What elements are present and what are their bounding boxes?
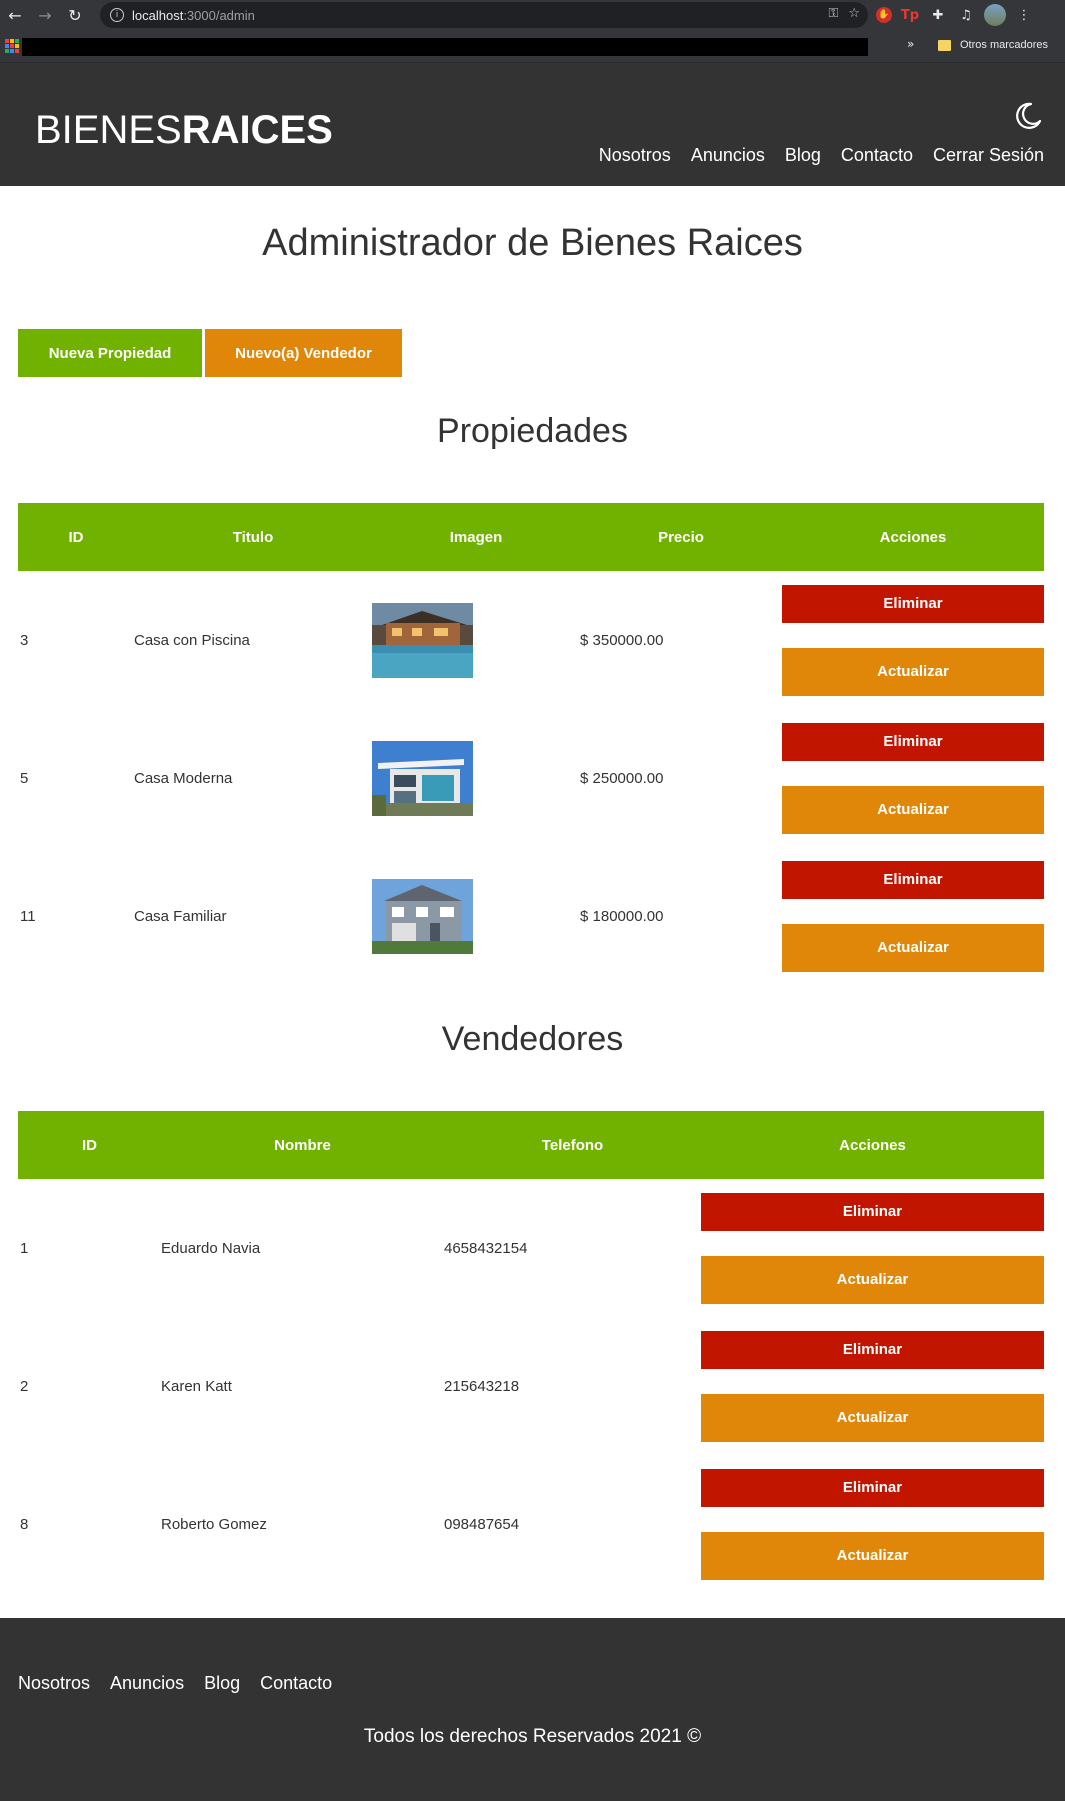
update-button[interactable]: Actualizar	[701, 1255, 1044, 1304]
col-id: ID	[82, 1136, 97, 1154]
footer-nav-nosotros[interactable]: Nosotros	[18, 1673, 90, 1694]
modern-house-image	[372, 740, 473, 816]
bookmarks-bar: » Otros marcadores	[0, 30, 1065, 63]
col-precio: Precio	[658, 528, 704, 546]
site-header: BIENESRAICES Nosotros Anuncios Blog Cont…	[0, 63, 1065, 186]
table-row: 8 Roberto Gomez 098487654 Eliminar Actua…	[18, 1455, 1044, 1593]
tp-extension-icon[interactable]: Tp	[900, 5, 920, 25]
redacted-bookmarks	[22, 38, 868, 56]
nav-nosotros[interactable]: Nosotros	[599, 145, 671, 166]
copyright: Todos los derechos Reservados 2021 ©	[363, 1726, 702, 1747]
folder-icon	[938, 40, 951, 51]
table-row: 1 Eduardo Navia 4658432154 Eliminar Actu…	[18, 1179, 1044, 1317]
delete-button[interactable]: Eliminar	[701, 1192, 1044, 1231]
seller-id: 8	[20, 1515, 29, 1533]
property-title: Casa Familiar	[134, 907, 227, 925]
table-row: 5 Casa Moderna $ 250000.00 Eliminar Actu…	[18, 709, 1044, 847]
col-telefono: Telefono	[541, 1136, 604, 1154]
table-row: 3 Casa con Piscina $ 350000.00 Eliminar …	[18, 571, 1044, 709]
property-price: $ 250000.00	[580, 769, 664, 787]
address-bar[interactable]: i localhost:3000/admin ⚿ ☆	[100, 2, 868, 28]
property-image-cell	[372, 571, 580, 709]
footer-nav-blog[interactable]: Blog	[204, 1673, 240, 1694]
profile-avatar[interactable]	[984, 4, 1006, 26]
browser-menu-icon[interactable]: ⋮	[1014, 5, 1034, 25]
footer-nav: Nosotros Anuncios Blog Contacto	[18, 1673, 332, 1694]
properties-header-row: ID Titulo Imagen Precio Acciones	[18, 503, 1044, 571]
property-title: Casa Moderna	[134, 769, 233, 787]
nav-contacto[interactable]: Contacto	[841, 145, 913, 166]
footer-nav-contacto[interactable]: Contacto	[260, 1673, 332, 1694]
footer-nav-anuncios[interactable]: Anuncios	[110, 1673, 184, 1694]
col-imagen: Imagen	[449, 528, 503, 546]
seller-name: Eduardo Navia	[161, 1239, 261, 1257]
property-id: 11	[20, 907, 36, 925]
update-button[interactable]: Actualizar	[701, 1531, 1044, 1580]
extensions-icon[interactable]: ✚	[928, 5, 948, 25]
sellers-table: ID Nombre Telefono Acciones 1 Eduardo Na…	[18, 1111, 1044, 1593]
properties-title: Propiedades	[437, 412, 628, 450]
update-button[interactable]: Actualizar	[782, 647, 1044, 696]
property-title: Casa con Piscina	[134, 631, 250, 649]
site-logo[interactable]: BIENESRAICES	[35, 108, 333, 153]
col-id: ID	[68, 528, 84, 546]
info-icon[interactable]: i	[110, 8, 124, 22]
delete-button[interactable]: Eliminar	[782, 722, 1044, 761]
dark-mode-icon[interactable]	[1013, 101, 1043, 131]
delete-button[interactable]: Eliminar	[701, 1468, 1044, 1507]
delete-button[interactable]: Eliminar	[782, 584, 1044, 623]
key-icon[interactable]: ⚿	[828, 6, 838, 21]
table-row: 2 Karen Katt 215643218 Eliminar Actualiz…	[18, 1317, 1044, 1455]
nav-blog[interactable]: Blog	[785, 145, 821, 166]
property-id: 5	[20, 769, 29, 787]
seller-name: Karen Katt	[161, 1377, 232, 1395]
adblock-extension-icon[interactable]: ✋	[876, 7, 892, 23]
pool-house-image	[372, 602, 473, 678]
new-seller-button[interactable]: Nuevo(a) Vendedor	[205, 329, 402, 377]
other-bookmarks[interactable]: Otros marcadores	[960, 39, 1048, 51]
main-nav: Nosotros Anuncios Blog Contacto Cerrar S…	[599, 145, 1044, 166]
seller-phone: 4658432154	[444, 1239, 528, 1257]
update-button[interactable]: Actualizar	[701, 1393, 1044, 1442]
more-bookmarks-button[interactable]: »	[907, 37, 914, 51]
family-house-image	[372, 878, 473, 954]
sellers-header-row: ID Nombre Telefono Acciones	[18, 1111, 1044, 1179]
property-id: 3	[20, 631, 29, 649]
url-text[interactable]: localhost:3000/admin	[132, 8, 255, 23]
site-footer: Nosotros Anuncios Blog Contacto Todos lo…	[0, 1618, 1065, 1801]
forward-icon[interactable]: →	[30, 0, 60, 30]
col-nombre: Nombre	[274, 1136, 331, 1154]
seller-phone: 098487654	[444, 1515, 520, 1533]
update-button[interactable]: Actualizar	[782, 923, 1044, 972]
seller-id: 1	[20, 1239, 29, 1257]
browser-toolbar: ← → ↻ i localhost:3000/admin ⚿ ☆ ✋ Tp ✚ …	[0, 0, 1065, 30]
sellers-title: Vendedores	[441, 1020, 624, 1058]
delete-button[interactable]: Eliminar	[701, 1330, 1044, 1369]
new-property-button[interactable]: Nueva Propiedad	[18, 329, 202, 377]
property-price: $ 350000.00	[580, 631, 664, 649]
property-price: $ 180000.00	[580, 907, 664, 925]
seller-name: Roberto Gomez	[161, 1515, 267, 1533]
reload-icon[interactable]: ↻	[60, 0, 90, 30]
star-icon[interactable]: ☆	[848, 6, 860, 21]
nav-anuncios[interactable]: Anuncios	[691, 145, 765, 166]
nav-cerrar-sesion[interactable]: Cerrar Sesión	[933, 145, 1044, 166]
apps-icon[interactable]	[5, 39, 19, 53]
update-button[interactable]: Actualizar	[782, 785, 1044, 834]
seller-phone: 215643218	[444, 1377, 520, 1395]
seller-id: 2	[20, 1377, 29, 1395]
col-acciones: Acciones	[839, 1136, 906, 1154]
col-acciones: Acciones	[879, 528, 947, 546]
col-titulo: Titulo	[232, 528, 274, 546]
table-row: 11 Casa Familiar $ 180000.00 Eliminar Ac…	[18, 847, 1044, 985]
delete-button[interactable]: Eliminar	[782, 860, 1044, 899]
property-image-cell	[372, 709, 580, 847]
properties-table: ID Titulo Imagen Precio Acciones 3 Casa …	[18, 503, 1044, 985]
back-icon[interactable]: ←	[0, 0, 30, 30]
property-image-cell	[372, 847, 580, 985]
media-control-icon[interactable]: ♫	[956, 5, 976, 25]
page-title: Administrador de Bienes Raices	[262, 222, 803, 264]
